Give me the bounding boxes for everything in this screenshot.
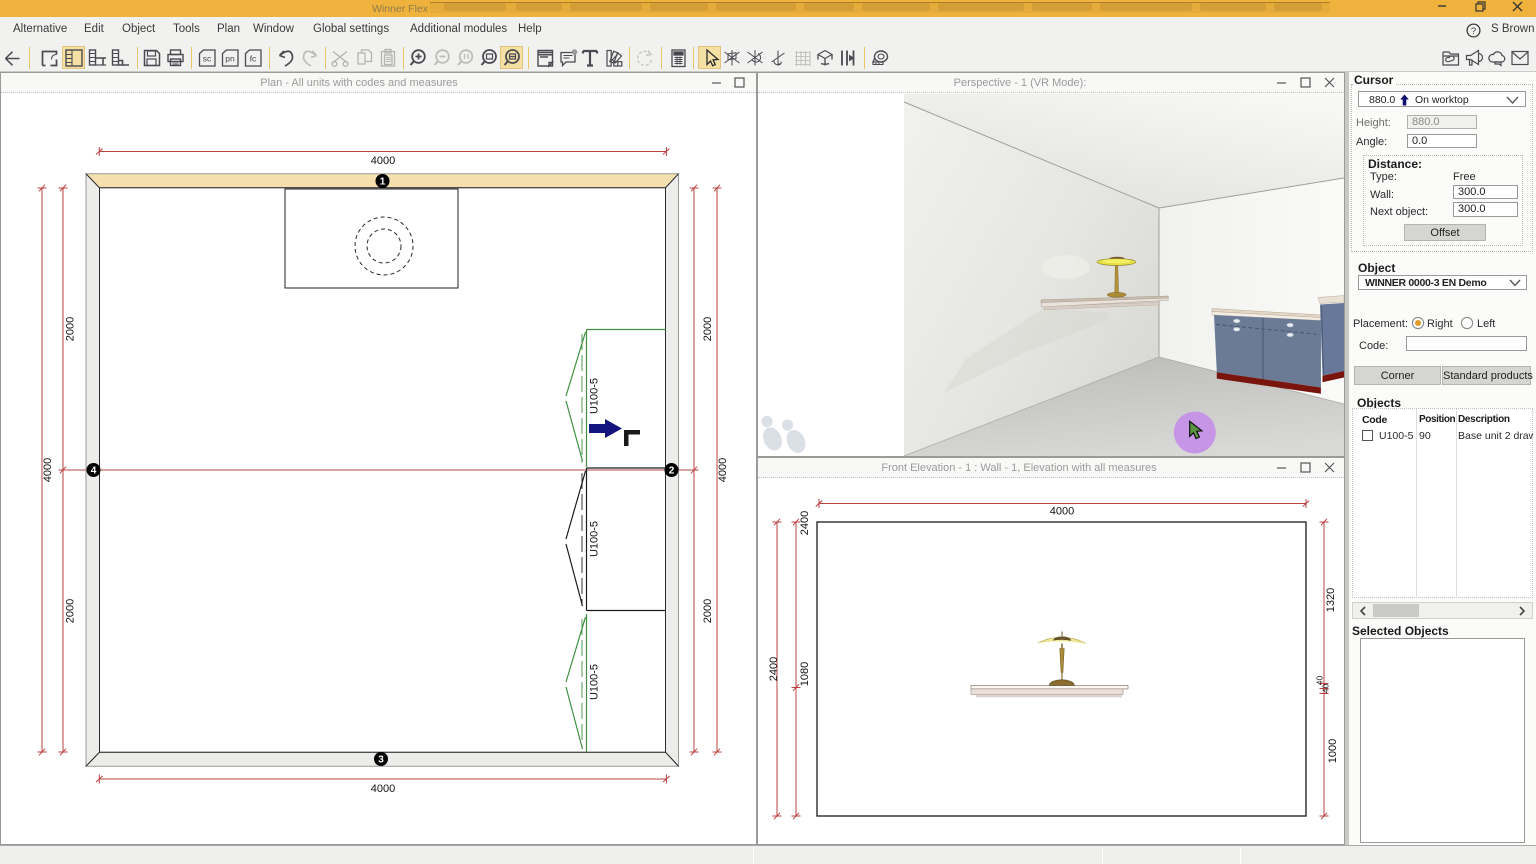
svg-text:4: 4 (91, 466, 97, 477)
svg-text:fc: fc (250, 54, 257, 64)
svg-text:4000: 4000 (371, 783, 395, 795)
svg-text:4000: 4000 (1050, 506, 1074, 518)
svg-text:2400: 2400 (768, 657, 780, 681)
svg-text:2000: 2000 (702, 599, 714, 623)
svg-text:40: 40 (1321, 684, 1331, 694)
svg-text:2000: 2000 (65, 317, 77, 341)
svg-text:U100-5: U100-5 (589, 378, 601, 414)
svg-text:4000: 4000 (717, 458, 729, 482)
svg-text:1: 1 (380, 177, 386, 188)
svg-text:4000: 4000 (42, 458, 54, 482)
svg-text:1080: 1080 (799, 662, 811, 686)
svg-text:U100-5: U100-5 (589, 664, 601, 700)
svg-text:2000: 2000 (65, 599, 77, 623)
svg-text:2000: 2000 (702, 317, 714, 341)
svg-text:1000: 1000 (1327, 739, 1339, 763)
svg-text:?: ? (1471, 26, 1476, 37)
svg-text:3: 3 (378, 755, 384, 766)
svg-text:2400: 2400 (799, 511, 811, 535)
svg-text:4000: 4000 (371, 155, 395, 167)
svg-text:2: 2 (669, 466, 675, 477)
svg-text:1320: 1320 (1325, 588, 1337, 612)
svg-text:sc: sc (203, 54, 212, 64)
svg-text:pn: pn (225, 54, 235, 64)
svg-text:U100-5: U100-5 (589, 521, 601, 557)
